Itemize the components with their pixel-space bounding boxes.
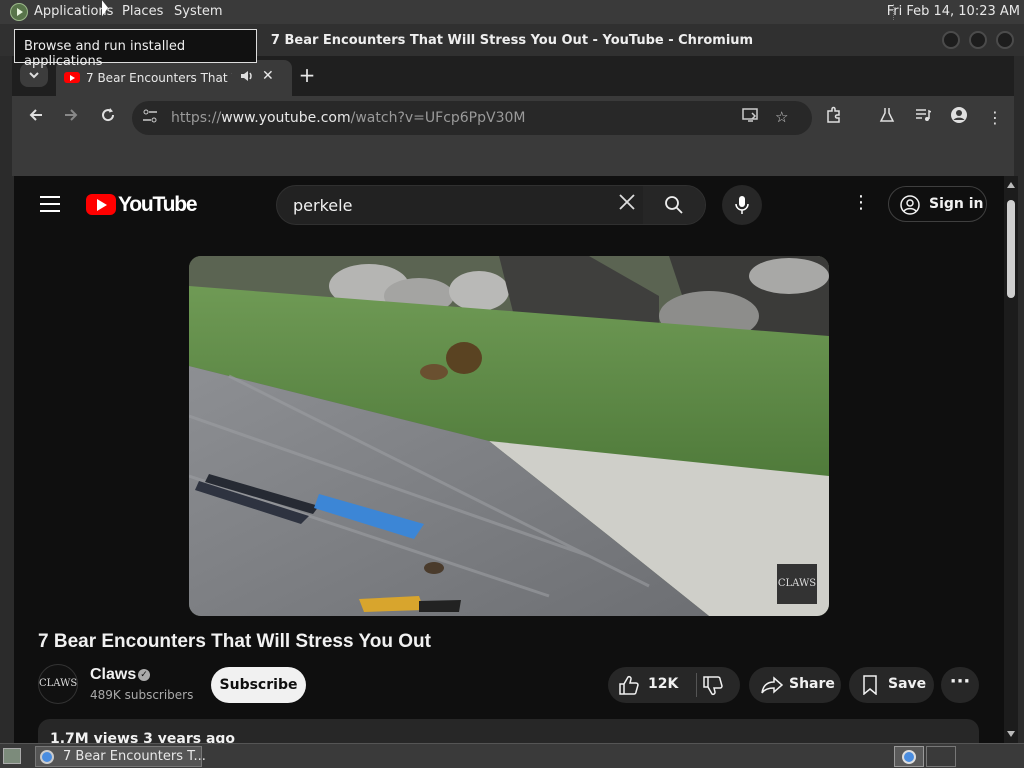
bookmark-save-icon xyxy=(863,675,877,695)
url-text[interactable]: https://www.youtube.com/watch?v=UFcp6PpV… xyxy=(171,110,525,126)
youtube-favicon-icon xyxy=(64,72,80,83)
save-label: Save xyxy=(888,676,927,692)
browser-toolbar: https://www.youtube.com/watch?v=UFcp6PpV… xyxy=(12,96,1014,140)
video-player[interactable]: CLAWS xyxy=(189,256,829,616)
scroll-down-arrow-icon[interactable] xyxy=(1007,731,1015,737)
extensions-icon[interactable] xyxy=(822,106,846,130)
like-divider xyxy=(696,673,697,697)
mouse-cursor-icon xyxy=(102,0,108,20)
share-icon xyxy=(761,676,783,694)
views-and-date: 1.7M views 3 years ago xyxy=(50,731,236,743)
verified-check-icon: ✓ xyxy=(138,669,150,681)
install-app-icon[interactable] xyxy=(742,108,760,128)
tab-title: 7 Bear Encounters That Will Stress You O… xyxy=(86,71,232,85)
taskbar-window-button[interactable]: 7 Bear Encounters T... xyxy=(35,746,206,767)
profile-icon[interactable] xyxy=(947,106,971,130)
settings-more-icon[interactable]: ⋮ xyxy=(852,192,870,213)
media-control-icon[interactable] xyxy=(911,106,935,130)
forward-icon[interactable] xyxy=(59,106,83,130)
audio-playing-icon[interactable] xyxy=(240,69,254,87)
page-viewport: YouTube perkele ⋮ Sign in CLAWS 7 Bear E… xyxy=(14,176,1004,743)
youtube-wordmark: YouTube xyxy=(118,193,198,216)
channel-watermark[interactable]: CLAWS xyxy=(777,564,817,604)
bottom-taskbar: 7 Bear Encounters T... xyxy=(0,743,1024,768)
more-actions-button[interactable]: ··· xyxy=(941,667,979,703)
guide-menu-icon[interactable] xyxy=(40,196,60,212)
minimize-button[interactable] xyxy=(942,31,960,49)
site-info-icon[interactable] xyxy=(142,109,158,126)
share-button[interactable]: Share xyxy=(749,667,841,703)
like-dislike-group: 12K xyxy=(608,667,740,703)
system-menu[interactable]: System xyxy=(174,4,222,19)
new-tab-button[interactable]: + xyxy=(294,62,320,88)
sign-in-label: Sign in xyxy=(929,196,984,212)
chevron-down-icon xyxy=(29,72,39,79)
like-count[interactable]: 12K xyxy=(648,676,678,692)
show-desktop-icon[interactable] xyxy=(3,748,21,764)
taskbar-window-label: 7 Bear Encounters T... xyxy=(63,749,206,764)
description-box[interactable]: 1.7M views 3 years ago xyxy=(38,719,979,743)
chromium-workspace-icon xyxy=(902,750,916,764)
dislike-icon[interactable] xyxy=(702,676,724,696)
search-input[interactable]: perkele xyxy=(293,196,352,215)
clock[interactable]: Fri Feb 14, 10:23 AM xyxy=(887,4,1020,19)
subscribe-button[interactable]: Subscribe xyxy=(211,667,306,703)
bookmark-star-icon[interactable]: ☆ xyxy=(775,108,788,126)
video-frame xyxy=(189,256,829,616)
workspace-1[interactable] xyxy=(894,746,924,767)
scrollbar-thumb[interactable] xyxy=(1007,200,1015,298)
channel-avatar[interactable]: CLAWS xyxy=(38,664,78,704)
top-panel: Applications Places System Fri Feb 14, 1… xyxy=(0,0,1024,24)
close-tab-icon[interactable]: ✕ xyxy=(262,68,274,84)
chromium-icon xyxy=(40,750,54,764)
channel-name[interactable]: Claws xyxy=(90,666,136,684)
applications-tooltip: Browse and run installed applications xyxy=(14,29,257,69)
youtube-play-logo-icon xyxy=(86,194,116,215)
maximize-button[interactable] xyxy=(969,31,987,49)
save-button[interactable]: Save xyxy=(849,667,934,703)
clear-search-icon[interactable] xyxy=(617,192,637,218)
bookmarks-bar xyxy=(12,140,1014,176)
search-button[interactable] xyxy=(643,186,705,224)
share-label: Share xyxy=(789,676,835,692)
labs-flask-icon[interactable] xyxy=(875,106,899,130)
back-icon[interactable] xyxy=(24,106,48,130)
sign-in-button[interactable]: Sign in xyxy=(888,186,987,222)
search-icon xyxy=(665,196,683,214)
chrome-menu-icon[interactable]: ⋮ xyxy=(983,106,1007,130)
account-icon xyxy=(900,195,920,215)
more-horizontal-icon: ··· xyxy=(949,671,971,692)
scroll-up-arrow-icon[interactable] xyxy=(1007,182,1015,188)
applications-logo-icon[interactable] xyxy=(10,3,28,21)
video-title: 7 Bear Encounters That Will Stress You O… xyxy=(38,631,431,652)
address-bar[interactable]: https://www.youtube.com/watch?v=UFcp6PpV… xyxy=(132,101,812,135)
search-box[interactable]: perkele xyxy=(276,185,706,225)
microphone-icon xyxy=(735,196,749,214)
like-icon[interactable] xyxy=(618,675,640,695)
page-scrollbar[interactable] xyxy=(1004,176,1018,743)
places-menu[interactable]: Places xyxy=(122,4,163,19)
close-window-button[interactable] xyxy=(996,31,1014,49)
voice-search-button[interactable] xyxy=(722,185,762,225)
subscriber-count: 489K subscribers xyxy=(90,688,194,702)
reload-icon[interactable] xyxy=(96,106,120,130)
workspace-2[interactable] xyxy=(926,746,956,767)
